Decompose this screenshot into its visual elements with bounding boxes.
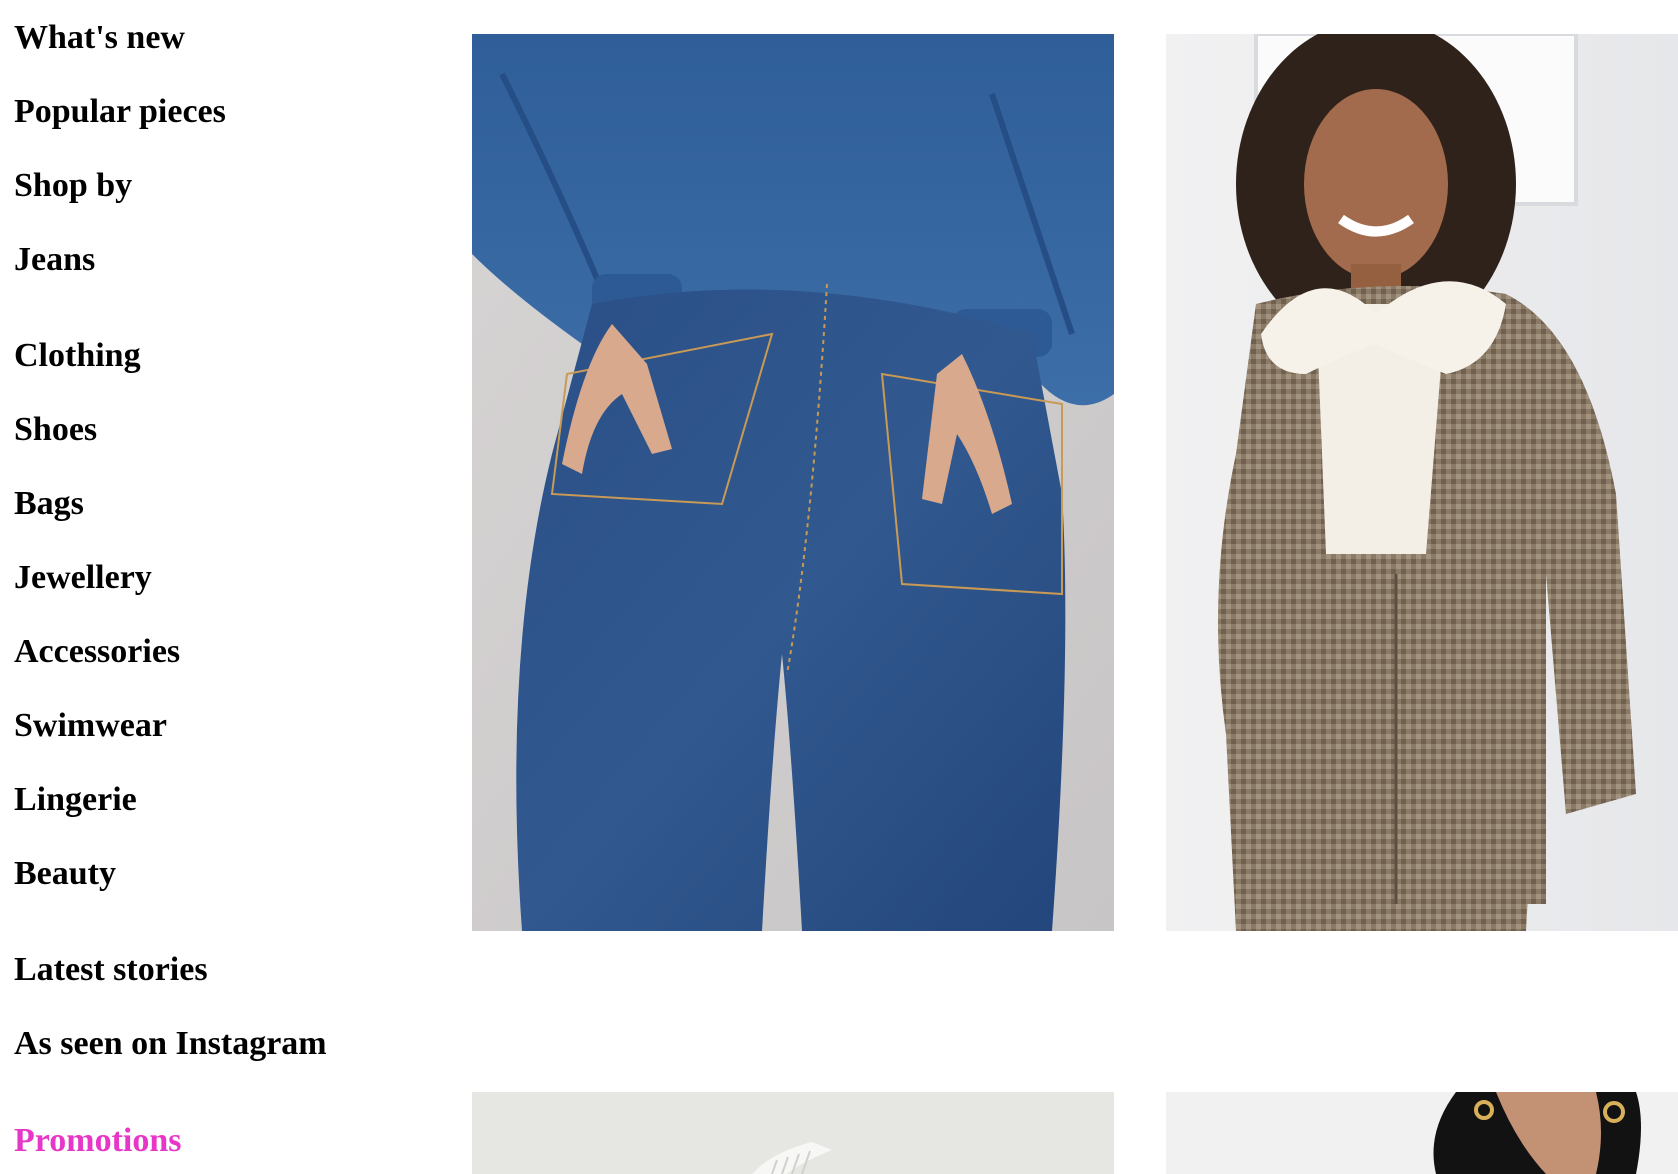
nav-item-as-seen-on-instagram[interactable]: As seen on Instagram	[14, 1024, 327, 1064]
product-image-denim-jeans[interactable]	[472, 34, 1114, 931]
nav-item-bags[interactable]: Bags	[14, 484, 84, 524]
nav-item-whats-new[interactable]: What's new	[14, 18, 185, 58]
nav-item-latest-stories[interactable]: Latest stories	[14, 950, 208, 990]
nav-item-accessories[interactable]: Accessories	[14, 632, 180, 672]
denim-jeans-photo	[472, 34, 1114, 931]
nav-item-jeans[interactable]: Jeans	[14, 240, 95, 280]
nav-item-lingerie[interactable]: Lingerie	[14, 780, 137, 820]
nav-item-shop-by[interactable]: Shop by	[14, 166, 132, 206]
nav-item-promotions[interactable]: Promotions	[14, 1121, 181, 1161]
product-photo-3	[472, 1092, 1114, 1174]
product-photo-4	[1166, 1092, 1678, 1174]
nav-item-popular-pieces[interactable]: Popular pieces	[14, 92, 226, 132]
nav-item-beauty[interactable]: Beauty	[14, 854, 116, 894]
product-image-3[interactable]	[472, 1092, 1114, 1174]
product-image-4[interactable]	[1166, 1092, 1678, 1174]
nav-item-jewellery[interactable]: Jewellery	[14, 558, 152, 598]
nav-item-shoes[interactable]: Shoes	[14, 410, 97, 450]
product-image-check-blazer[interactable]	[1166, 34, 1678, 931]
nav-item-swimwear[interactable]: Swimwear	[14, 706, 167, 746]
nav-item-clothing[interactable]: Clothing	[14, 336, 141, 376]
check-blazer-photo	[1166, 34, 1678, 931]
